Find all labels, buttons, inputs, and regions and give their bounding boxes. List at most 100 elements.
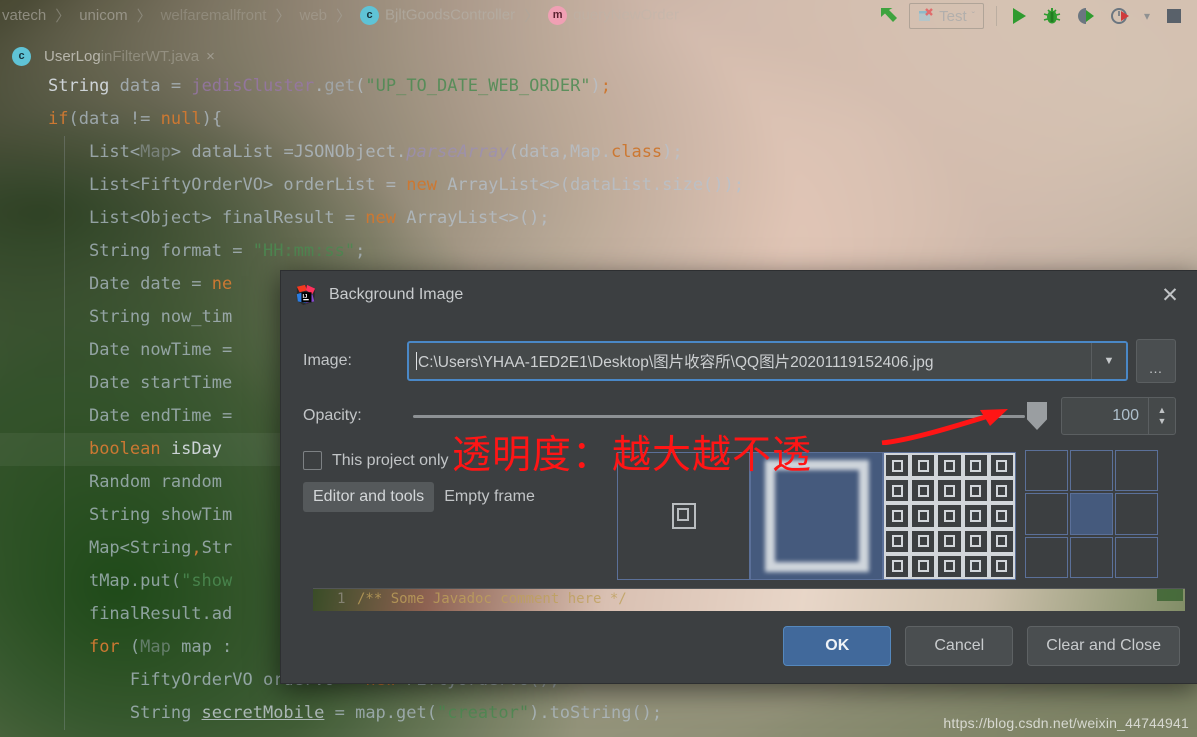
opacity-value[interactable]: 100 <box>1062 398 1148 434</box>
scope-option-editor-and-tools[interactable]: Editor and tools <box>303 482 435 512</box>
chevron-down-icon: ˇ <box>971 10 975 22</box>
image-path-value: C:\Users\YHAA-1ED2E1\Desktop\图片收容所\QQ图片2… <box>418 354 934 371</box>
breadcrumb-label: web <box>299 6 328 24</box>
code-token: secretMobile <box>201 703 325 723</box>
breadcrumb-item-web[interactable]: web <box>297 7 329 24</box>
close-icon[interactable]: × <box>206 48 215 65</box>
annotation-text: 透明度：越大越不透 <box>452 433 813 478</box>
anchor-cell-top-center[interactable] <box>1070 450 1113 492</box>
intellij-idea-icon: IJ <box>296 284 316 306</box>
scope-option-empty-frame[interactable]: Empty frame <box>434 482 545 512</box>
run-play-icon[interactable] <box>1003 1 1035 31</box>
clear-and-close-button[interactable]: Clear and Close <box>1027 626 1180 666</box>
anchor-cell-middle-center[interactable] <box>1070 493 1113 535</box>
tile-cell <box>884 528 911 554</box>
code-token: "UP_TO_DATE_WEB_ORDER" <box>365 76 591 96</box>
indent-guide <box>64 466 65 499</box>
indent-guide <box>64 499 65 532</box>
code-token: = map.get( <box>324 703 437 723</box>
code-line: String data = jedisCluster.get("UP_TO_DA… <box>0 70 1197 103</box>
run-configuration-selector[interactable]: Test ˇ <box>909 3 984 29</box>
code-token: List<FiftyOrderVO> orderList = <box>88 175 407 195</box>
browse-button[interactable]: … <box>1136 339 1176 383</box>
code-token: String now_tim <box>88 307 233 327</box>
dialog-title: Background Image <box>329 286 464 303</box>
code-token: finalResult.ad <box>88 604 233 624</box>
code-token: Date date = <box>88 274 212 294</box>
tile-cell <box>988 503 1015 529</box>
debug-bug-icon[interactable] <box>1035 1 1069 31</box>
code-token: "show <box>181 571 233 591</box>
code-line: List<FiftyOrderVO> orderList = new Array… <box>0 169 1197 202</box>
close-icon[interactable]: ✕ <box>1158 283 1182 307</box>
code-token: "creator" <box>436 703 530 723</box>
indent-guide <box>64 136 65 169</box>
breadcrumb-item-bjltgoodscontroller[interactable]: c BjltGoodsController <box>358 5 517 25</box>
code-token: ( <box>68 109 79 129</box>
code-token: isDay <box>160 439 223 459</box>
code-token: Random random <box>88 472 223 492</box>
breadcrumb-label: vatech <box>2 6 47 24</box>
tile-cell <box>962 553 989 579</box>
tile-cell <box>910 553 937 579</box>
spinner-buttons[interactable]: ▲ ▼ <box>1148 398 1175 434</box>
slider-thumb[interactable] <box>1027 402 1047 430</box>
breadcrumb-item-queryneworder[interactable]: m queryNewOrder <box>546 5 681 25</box>
indent-guide <box>64 235 65 268</box>
breadcrumb-item-unicom[interactable]: unicom <box>77 7 129 24</box>
tile-cell <box>884 503 911 529</box>
opacity-spinner[interactable]: 100 ▲ ▼ <box>1061 397 1176 435</box>
code-token: null <box>160 109 202 129</box>
preview-code-text: /** Some Javadoc comment here */ <box>357 591 627 607</box>
tile-cell <box>910 503 937 529</box>
image-path-combobox[interactable]: C:\Users\YHAA-1ED2E1\Desktop\图片收容所\QQ图片2… <box>407 341 1128 381</box>
chevron-down-icon[interactable]: ▾ <box>1137 1 1157 31</box>
tile-cell <box>936 528 963 554</box>
stop-square-icon[interactable] <box>1157 1 1191 31</box>
anchor-cell-bottom-center[interactable] <box>1070 536 1113 578</box>
cancel-button[interactable]: Cancel <box>905 626 1014 666</box>
red-arrow-icon <box>881 409 1008 445</box>
code-token: tMap.put( <box>88 571 182 591</box>
anchor-cell-top-left[interactable] <box>1025 450 1068 492</box>
breadcrumb-item-vatech[interactable]: vatech <box>0 7 48 24</box>
indent-guide <box>64 268 65 301</box>
profile-chevron: ▾ <box>1143 9 1150 23</box>
watermark: https://blog.csdn.net/weixin_44744941 <box>943 715 1189 731</box>
code-token: parseArray <box>406 142 509 162</box>
this-project-only-checkbox[interactable] <box>303 451 322 470</box>
code-token: class <box>610 142 663 162</box>
breadcrumb-item-welfaremallfront[interactable]: welfaremallfront <box>159 7 269 24</box>
indent-guide <box>64 400 65 433</box>
tile-cell <box>936 478 963 504</box>
run-with-coverage-icon[interactable] <box>1069 1 1103 31</box>
ok-button[interactable]: OK <box>783 626 892 666</box>
profile-icon[interactable] <box>1103 1 1137 31</box>
green-arrow-up-left-icon[interactable] <box>871 1 909 31</box>
image-path-input[interactable]: C:\Users\YHAA-1ED2E1\Desktop\图片收容所\QQ图片2… <box>409 343 1091 379</box>
fill-tile-mode[interactable] <box>883 452 1016 580</box>
tile-cell <box>962 453 989 479</box>
anchor-cell-bottom-left[interactable] <box>1025 536 1068 578</box>
chevron-down-icon[interactable]: ▼ <box>1091 343 1126 379</box>
spinner-up-icon[interactable]: ▲ <box>1158 406 1167 415</box>
anchor-cell-bottom-right[interactable] <box>1115 536 1158 578</box>
spinner-down-icon[interactable]: ▼ <box>1158 417 1167 426</box>
tile-cell <box>936 503 963 529</box>
editor-tab-userloginfilterwt[interactable]: c UserLoginFilterWT.java × <box>4 46 223 66</box>
code-token: != <box>129 109 161 129</box>
anchor-cell-middle-left[interactable] <box>1025 493 1068 535</box>
anchor-cell-middle-right[interactable] <box>1115 493 1158 535</box>
code-token: Map <box>140 142 171 162</box>
method-icon: m <box>548 5 568 25</box>
tile-cell <box>988 478 1015 504</box>
code-token: jedisCluster <box>191 76 315 96</box>
code-token: . <box>314 76 325 96</box>
preview-marker <box>1157 589 1183 601</box>
preview-line-number: 1 <box>337 591 346 607</box>
code-token: ; <box>355 241 366 261</box>
code-token: ArrayList<>(); <box>396 208 550 228</box>
code-token: List<Object> finalResult = <box>88 208 366 228</box>
indent-guide <box>64 367 65 400</box>
anchor-cell-top-right[interactable] <box>1115 450 1158 492</box>
